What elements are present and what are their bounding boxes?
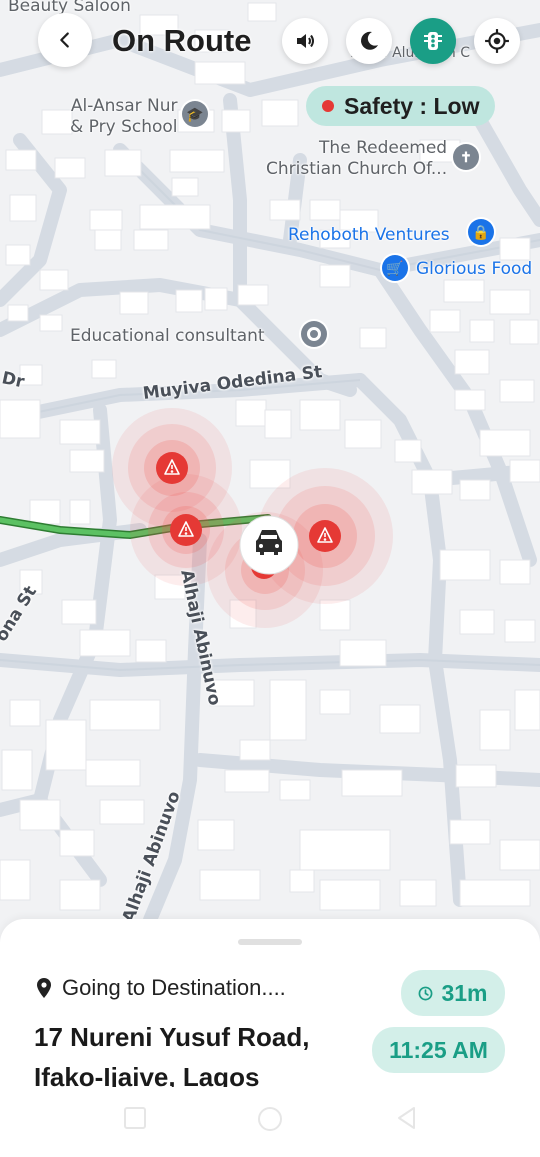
trip-status-text: Going to Destination.... — [62, 975, 286, 1000]
eta-badge: 11:25 AM — [372, 1027, 505, 1073]
trip-bottom-sheet[interactable]: Going to Destination.... 17 Nureni Yusuf… — [0, 919, 540, 1089]
sheet-drag-handle[interactable] — [238, 939, 302, 945]
address-line-2: Ifako-Ijaive, Lagos — [34, 1062, 260, 1089]
shopping-cart-icon[interactable]: 🛒 — [382, 255, 408, 281]
poi-label-educational-consultant[interactable]: Educational consultant — [70, 326, 265, 347]
location-pin-icon — [37, 978, 51, 998]
safety-label: Safety : Low — [344, 92, 480, 119]
page-title: On Route — [112, 23, 252, 58]
sound-button[interactable] — [282, 18, 328, 64]
duration-text: 31m — [441, 979, 488, 1006]
eta-text: 11:25 AM — [389, 1036, 488, 1063]
school-icon[interactable]: 🎓 — [182, 101, 208, 127]
triangle-back-icon[interactable] — [394, 1105, 420, 1131]
destination-address: 17 Nureni Yusuf Road, Ifako-Ijaive, Lago… — [34, 1017, 309, 1089]
poi-label-church[interactable]: The Redeemed Christian Church Of... — [266, 138, 447, 180]
circle-icon[interactable] — [256, 1105, 284, 1133]
clock-icon — [419, 986, 433, 1000]
poi-label-school[interactable]: Al-Ansar Nur & Pry School — [70, 96, 178, 138]
place-icon[interactable] — [301, 321, 327, 347]
safety-badge: Safety : Low — [306, 86, 496, 126]
trip-status: Going to Destination.... — [36, 975, 286, 1001]
locate-button[interactable] — [474, 18, 520, 64]
chevron-left-icon — [60, 32, 69, 48]
duration-badge: 31m — [401, 970, 505, 1016]
back-button[interactable] — [38, 13, 92, 67]
traffic-light-icon — [424, 32, 442, 50]
night-mode-button[interactable] — [346, 18, 392, 64]
poi-label-rehoboth[interactable]: Rehoboth Ventures — [288, 225, 450, 246]
square-icon[interactable] — [122, 1105, 148, 1131]
status-dot — [322, 100, 334, 112]
crosshair-icon — [485, 29, 509, 53]
poi-label-glorious-food[interactable]: Glorious Food — [416, 259, 532, 280]
system-navigation-bar — [0, 1087, 540, 1157]
street-label: Dr — [0, 368, 27, 393]
church-icon[interactable]: ✝ — [453, 144, 479, 170]
traffic-button[interactable] — [410, 18, 456, 64]
speaker-icon — [297, 34, 314, 48]
car-icon — [239, 515, 299, 575]
shopping-bag-icon[interactable]: 🔒 — [468, 219, 494, 245]
moon-icon — [361, 31, 378, 50]
address-line-1: 17 Nureni Yusuf Road, — [34, 1022, 310, 1052]
